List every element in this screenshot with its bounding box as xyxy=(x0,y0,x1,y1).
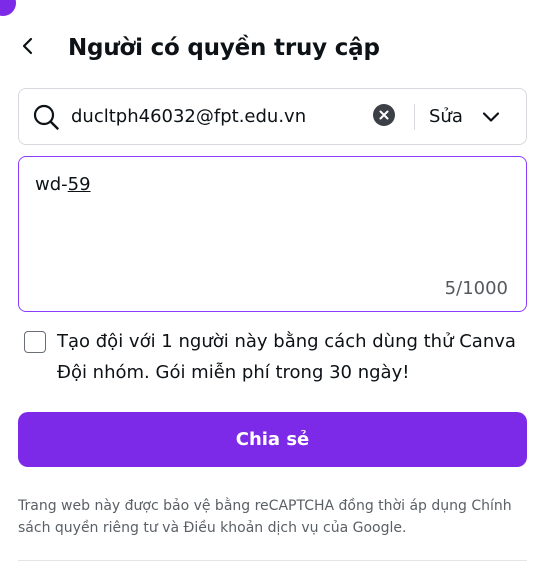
bottom-divider xyxy=(18,560,527,561)
role-label: Sửa xyxy=(429,106,463,127)
divider xyxy=(414,103,415,130)
message-text: wd-59 xyxy=(35,174,91,195)
trial-checkbox-label: Tạo đội với 1 người này bằng cách dùng t… xyxy=(57,331,516,383)
search-field[interactable]: Sửa xyxy=(18,88,527,145)
header: Người có quyền truy cập xyxy=(18,28,380,68)
search-icon xyxy=(32,102,62,132)
page-title: Người có quyền truy cập xyxy=(68,35,380,61)
search-input[interactable] xyxy=(71,106,366,127)
corner-accent xyxy=(0,0,16,16)
clear-button[interactable] xyxy=(372,103,396,130)
trial-option: Tạo đội với 1 người này bằng cách dùng t… xyxy=(24,326,524,388)
message-text-suffix: 59 xyxy=(67,174,91,195)
char-count: 5/1000 xyxy=(444,278,508,299)
clear-icon xyxy=(373,103,395,130)
trial-checkbox[interactable] xyxy=(24,331,46,353)
role-select[interactable]: Sửa xyxy=(429,106,503,128)
back-button[interactable] xyxy=(18,30,54,66)
share-button[interactable]: Chia sẻ xyxy=(18,412,527,467)
chevron-left-icon xyxy=(18,36,38,60)
chevron-down-icon xyxy=(481,106,503,128)
message-text-prefix: wd- xyxy=(35,174,68,195)
recaptcha-note: Trang web này được bảo vệ bằng reCAPTCHA… xyxy=(18,498,512,536)
message-textarea[interactable]: wd-59 5/1000 xyxy=(18,156,527,312)
